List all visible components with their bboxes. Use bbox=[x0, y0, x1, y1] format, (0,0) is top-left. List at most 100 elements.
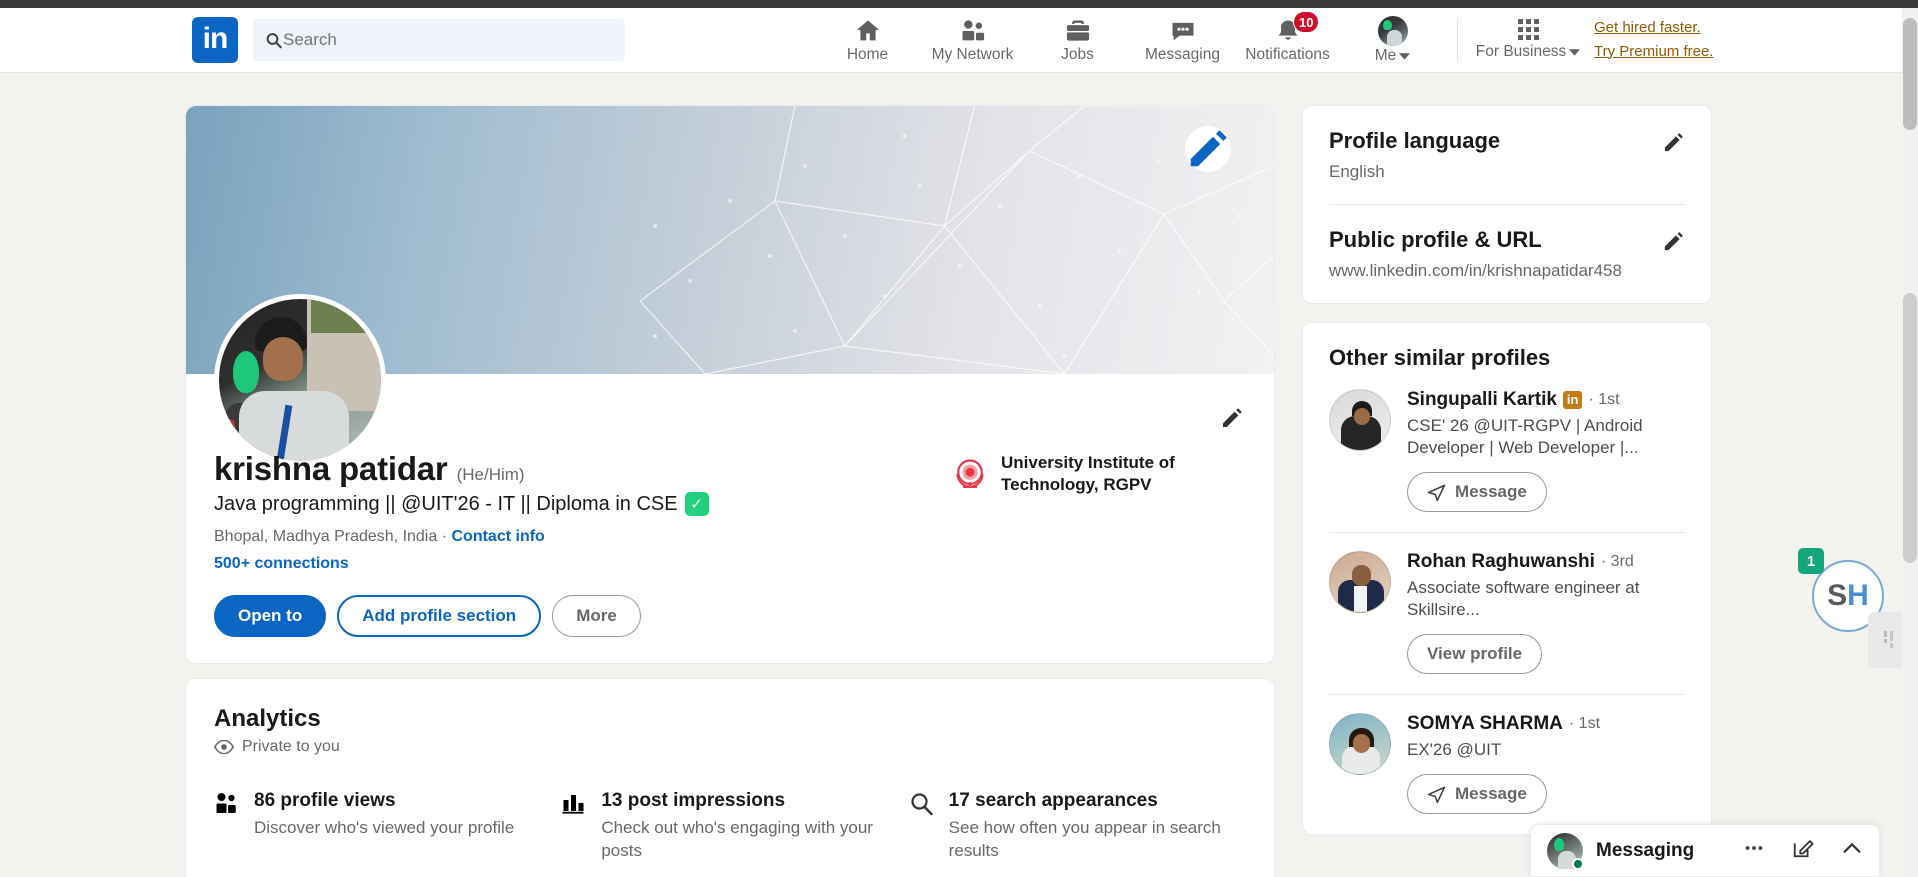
more-button[interactable]: More bbox=[552, 595, 641, 637]
public-profile-title: Public profile & URL bbox=[1329, 227, 1542, 252]
profile-action-buttons: Open to Add profile section More bbox=[214, 595, 1246, 637]
linkedin-logo[interactable]: in bbox=[192, 17, 238, 63]
page-scrollbar[interactable] bbox=[1902, 8, 1918, 877]
analytics-title: Analytics bbox=[214, 705, 321, 732]
analytics-headline: 86 profile views bbox=[254, 790, 396, 811]
view-profile-button[interactable]: View profile bbox=[1407, 634, 1543, 675]
connection-degree: · 1st bbox=[1568, 715, 1601, 733]
connection-degree: · 3rd bbox=[1600, 553, 1634, 571]
premium-badge-icon: in bbox=[1562, 391, 1583, 409]
message-button[interactable]: Message bbox=[1407, 774, 1547, 815]
profile-language-value: English bbox=[1329, 162, 1385, 181]
search-icon bbox=[911, 793, 933, 816]
messaging-compose-button[interactable] bbox=[1792, 837, 1814, 864]
compose-icon bbox=[1793, 840, 1814, 858]
nav-item-me[interactable]: Me bbox=[1340, 9, 1445, 71]
analytics-item-post-impressions[interactable]: 13 post impressions Check out who's enga… bbox=[561, 790, 898, 863]
open-to-button[interactable]: Open to bbox=[214, 595, 327, 637]
profile-location: Bhopal, Madhya Pradesh, India bbox=[214, 528, 438, 545]
headline-row: Java programming || @UIT'26 - IT || Dipl… bbox=[214, 492, 1246, 516]
messaging-avatar bbox=[1547, 832, 1584, 870]
nav-label-jobs: Jobs bbox=[1061, 46, 1094, 64]
message-button-label: Message bbox=[1455, 784, 1527, 804]
message-button-label: Message bbox=[1455, 482, 1527, 502]
search-icon bbox=[266, 32, 282, 48]
avatar bbox=[1329, 389, 1391, 451]
notifications-badge: 10 bbox=[1293, 11, 1320, 33]
similar-profile-name: Rohan Raghuwanshi bbox=[1407, 551, 1595, 573]
similar-profile-headline: EX'26 @UIT bbox=[1407, 740, 1502, 760]
messaging-overlay-widget[interactable]: Messaging bbox=[1530, 824, 1880, 877]
analytics-headline: 17 search appearances bbox=[948, 790, 1158, 811]
nav-item-notifications[interactable]: 10 Notifications bbox=[1235, 9, 1340, 71]
analytics-item-search-appearances[interactable]: 17 search appearances See how often you … bbox=[909, 790, 1246, 863]
me-avatar bbox=[1377, 16, 1408, 47]
similar-profiles-card: Other similar profiles Singupalli Kartik… bbox=[1302, 322, 1712, 836]
location-row: Bhopal, Madhya Pradesh, India · Contact … bbox=[214, 528, 1246, 546]
nav-label-messaging: Messaging bbox=[1145, 46, 1220, 64]
people-icon bbox=[216, 793, 236, 813]
nav-divider bbox=[1457, 19, 1458, 61]
pencil-icon bbox=[1664, 133, 1683, 152]
nav-items: Home My Network Jobs Messaging 10 Notifi… bbox=[815, 8, 1713, 72]
nav-item-home[interactable]: Home bbox=[815, 9, 920, 71]
location-separator: · bbox=[441, 528, 448, 545]
handle-icon bbox=[1884, 631, 1893, 648]
search-container[interactable] bbox=[253, 19, 625, 61]
scrollbar-thumb-secondary[interactable] bbox=[1903, 293, 1917, 563]
similar-profile-headline: Associate software engineer at Skillsire… bbox=[1407, 578, 1640, 620]
add-profile-section-button[interactable]: Add profile section bbox=[337, 595, 542, 637]
try-premium-link[interactable]: Get hired faster. Try Premium free. bbox=[1594, 18, 1713, 62]
message-button[interactable]: Message bbox=[1407, 472, 1547, 513]
nav-item-jobs[interactable]: Jobs bbox=[1025, 9, 1130, 71]
nav-item-my-network[interactable]: My Network bbox=[920, 9, 1025, 71]
nav-label-notifications: Notifications bbox=[1245, 46, 1330, 64]
profile-language-row: Profile language English bbox=[1329, 128, 1685, 182]
edit-profile-language-button[interactable] bbox=[1662, 131, 1685, 159]
edit-profile-button[interactable] bbox=[1212, 398, 1252, 438]
analytics-privacy-row: Private to you bbox=[214, 738, 1246, 756]
analytics-card: Analytics Private to you 86 profile view… bbox=[185, 678, 1275, 877]
messaging-title: Messaging bbox=[1596, 839, 1695, 861]
scrollbar-thumb[interactable] bbox=[1903, 18, 1917, 130]
similar-profile-item[interactable]: Rohan Raghuwanshi · 3rd Associate softwa… bbox=[1303, 533, 1711, 694]
similar-profile-name: Singupalli Kartik bbox=[1407, 389, 1557, 410]
analytics-description: Discover who's viewed your profile bbox=[254, 818, 515, 837]
connections-count[interactable]: 500+ connections bbox=[214, 555, 1246, 573]
edit-public-profile-button[interactable] bbox=[1662, 230, 1685, 258]
profile-settings-card: Profile language English Public profile … bbox=[1302, 105, 1712, 304]
pencil-icon bbox=[1664, 232, 1683, 251]
contact-info-link[interactable]: Contact info bbox=[452, 528, 545, 545]
premium-line-2: Try Premium free. bbox=[1594, 42, 1714, 60]
public-profile-row: Public profile & URL www.linkedin.com/in… bbox=[1329, 227, 1685, 281]
bar-chart-icon bbox=[562, 795, 584, 814]
analytics-item-profile-views[interactable]: 86 profile views Discover who's viewed y… bbox=[214, 790, 551, 863]
main-column: University Institute of Technology, RGPV… bbox=[185, 105, 1275, 877]
analytics-description: Check out who's engaging with your posts bbox=[601, 818, 873, 860]
search-input[interactable] bbox=[283, 30, 613, 50]
similar-profile-item[interactable]: SOMYA SHARMA · 1st EX'26 @UIT Message bbox=[1303, 695, 1711, 834]
similar-profile-name-row: SOMYA SHARMA · 1st bbox=[1407, 713, 1600, 735]
similar-profile-item[interactable]: Singupalli Kartik in · 1st CSE' 26 @UIT-… bbox=[1303, 371, 1711, 532]
right-sidebar: Profile language English Public profile … bbox=[1302, 105, 1712, 836]
chat-icon bbox=[1172, 23, 1193, 41]
floating-assistant-widget[interactable]: S H 1 bbox=[1798, 548, 1912, 668]
global-navigation-bar: in Home My Network bbox=[0, 8, 1902, 72]
messaging-expand-button[interactable] bbox=[1841, 837, 1863, 864]
current-organization[interactable]: University Institute of Technology, RGPV bbox=[952, 452, 1252, 496]
verified-check-icon: ✓ bbox=[684, 492, 709, 516]
analytics-headline: 13 post impressions bbox=[601, 790, 786, 811]
for-business-label: For Business bbox=[1475, 43, 1567, 60]
pencil-icon bbox=[1223, 408, 1242, 427]
nav-item-messaging[interactable]: Messaging bbox=[1130, 9, 1235, 71]
profile-details: University Institute of Technology, RGPV… bbox=[186, 374, 1274, 663]
chevron-down-icon bbox=[1569, 49, 1581, 56]
for-business-menu[interactable]: For Business bbox=[1468, 19, 1588, 61]
messaging-more-button[interactable] bbox=[1743, 837, 1765, 864]
public-profile-url: www.linkedin.com/in/krishnapatidar458 bbox=[1329, 261, 1622, 280]
grid-icon bbox=[1517, 19, 1539, 40]
view-profile-button-label: View profile bbox=[1427, 644, 1523, 664]
chevron-up-icon bbox=[1843, 842, 1861, 853]
edit-cover-button[interactable] bbox=[1185, 126, 1231, 172]
pencil-icon bbox=[1190, 130, 1227, 167]
